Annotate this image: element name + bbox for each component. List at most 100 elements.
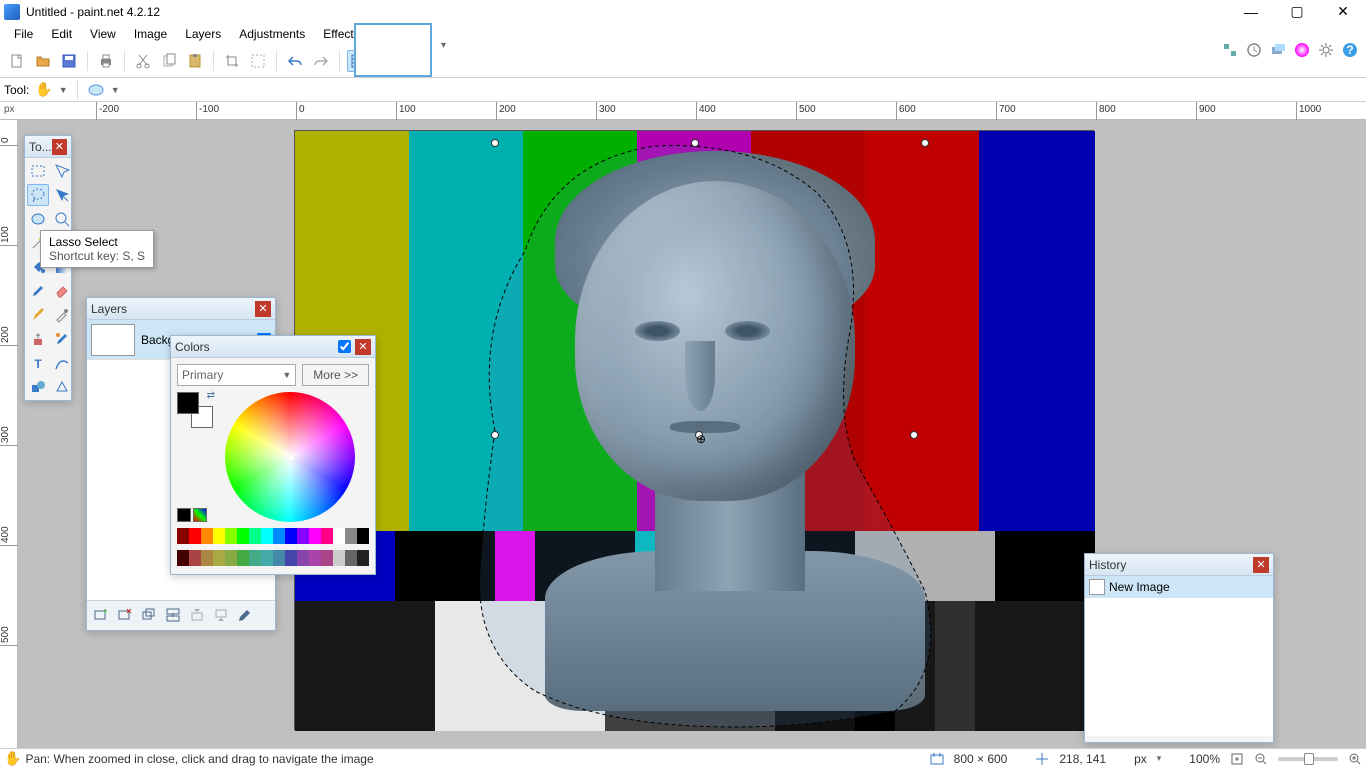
layers-window-toggle-icon[interactable] bbox=[1268, 40, 1288, 60]
color-wheel-cursor[interactable] bbox=[287, 454, 295, 462]
history-item[interactable]: New Image bbox=[1085, 576, 1273, 598]
tools-window-toggle-icon[interactable] bbox=[1220, 40, 1240, 60]
zoom-tool[interactable] bbox=[51, 208, 73, 230]
save-file-icon[interactable] bbox=[58, 50, 80, 72]
deselect-icon[interactable] bbox=[247, 50, 269, 72]
ruler-horizontal: px -200 -100 0 100 200 300 400 500 600 7… bbox=[0, 102, 1366, 120]
colors-panel-close-icon[interactable]: ✕ bbox=[355, 339, 371, 355]
delete-layer-icon[interactable] bbox=[115, 605, 135, 625]
selection-handle[interactable] bbox=[491, 139, 499, 147]
zoom-fit-icon[interactable] bbox=[1230, 752, 1244, 766]
move-layer-up-icon[interactable] bbox=[187, 605, 207, 625]
selection-handle[interactable] bbox=[921, 139, 929, 147]
zoom-level[interactable]: 100% bbox=[1189, 752, 1220, 766]
zoom-in-icon[interactable] bbox=[1348, 752, 1362, 766]
move-selected-pixels-tool[interactable] bbox=[51, 184, 73, 206]
menu-image[interactable]: Image bbox=[126, 25, 175, 43]
selection-center-handle[interactable]: ⊕ bbox=[695, 431, 703, 439]
rectangle-select-tool[interactable] bbox=[27, 160, 49, 182]
thumbnail-dropdown-icon[interactable]: ▾ bbox=[441, 40, 446, 51]
lasso-select-tool[interactable] bbox=[27, 184, 49, 206]
canvas-image-bust bbox=[505, 151, 945, 711]
print-icon[interactable] bbox=[95, 50, 117, 72]
copy-icon[interactable] bbox=[158, 50, 180, 72]
swap-colors-icon[interactable]: ⇄ bbox=[207, 390, 215, 401]
menu-view[interactable]: View bbox=[82, 25, 124, 43]
shapes-dropdown-icon[interactable] bbox=[51, 376, 73, 398]
selection-handle[interactable] bbox=[691, 139, 699, 147]
help-icon[interactable]: ? bbox=[1340, 40, 1360, 60]
duplicate-layer-icon[interactable] bbox=[139, 605, 159, 625]
zoom-slider-thumb[interactable] bbox=[1304, 753, 1314, 765]
image-size-icon bbox=[930, 752, 944, 766]
minimize-button[interactable]: — bbox=[1228, 0, 1274, 23]
ruler-unit-label: px bbox=[4, 104, 15, 115]
tooltip-shortcut: Shortcut key: S, S bbox=[49, 249, 145, 263]
line-tool[interactable] bbox=[51, 352, 73, 374]
history-window-toggle-icon[interactable] bbox=[1244, 40, 1264, 60]
ellipse-select-tool[interactable] bbox=[27, 208, 49, 230]
menu-file[interactable]: File bbox=[6, 25, 41, 43]
colors-pin-checkbox[interactable] bbox=[338, 340, 351, 353]
history-panel-close-icon[interactable]: ✕ bbox=[1253, 557, 1269, 573]
layer-properties-icon[interactable] bbox=[235, 605, 255, 625]
menu-layers[interactable]: Layers bbox=[177, 25, 229, 43]
tools-panel[interactable]: To... ✕ ✋ T bbox=[24, 135, 72, 401]
shapes-tool[interactable] bbox=[27, 376, 49, 398]
maximize-button[interactable]: ▢ bbox=[1274, 0, 1320, 23]
settings-icon[interactable] bbox=[1316, 40, 1336, 60]
cut-icon[interactable] bbox=[132, 50, 154, 72]
cursor-position-icon bbox=[1035, 752, 1049, 766]
color-palette-row1[interactable] bbox=[177, 528, 369, 544]
color-mode-dropdown[interactable]: Primary▼ bbox=[177, 364, 296, 386]
layers-panel-close-icon[interactable]: ✕ bbox=[255, 301, 271, 317]
tool-dropdown-icon[interactable]: ▼ bbox=[59, 85, 68, 95]
unit-label[interactable]: px bbox=[1134, 752, 1147, 766]
primary-secondary-swatch[interactable]: ⇄ bbox=[177, 392, 213, 428]
close-button[interactable]: ✕ bbox=[1320, 0, 1366, 23]
eraser-tool[interactable] bbox=[51, 280, 73, 302]
undo-icon[interactable] bbox=[284, 50, 306, 72]
selection-handle[interactable] bbox=[491, 431, 499, 439]
colors-more-button[interactable]: More >> bbox=[302, 364, 369, 386]
palette-swatch[interactable] bbox=[193, 508, 207, 522]
tools-panel-close-icon[interactable]: ✕ bbox=[52, 139, 67, 155]
text-tool[interactable]: T bbox=[27, 352, 49, 374]
color-picker-tool[interactable] bbox=[51, 304, 73, 326]
canvas[interactable]: ⊕ bbox=[294, 130, 1094, 730]
pan-tool-icon[interactable]: ✋ bbox=[35, 81, 52, 98]
history-panel[interactable]: History ✕ New Image bbox=[1084, 553, 1274, 743]
paintbrush-tool[interactable] bbox=[27, 280, 49, 302]
redo-icon[interactable] bbox=[310, 50, 332, 72]
unit-dropdown-icon[interactable]: ▾ bbox=[1157, 753, 1162, 764]
colors-panel[interactable]: Colors ✕ Primary▼ More >> ⇄ bbox=[170, 335, 376, 575]
crop-icon[interactable] bbox=[221, 50, 243, 72]
new-file-icon[interactable] bbox=[6, 50, 28, 72]
colors-window-toggle-icon[interactable] bbox=[1292, 40, 1312, 60]
tools-panel-title: To... bbox=[29, 140, 52, 154]
zoom-out-icon[interactable] bbox=[1254, 752, 1268, 766]
clone-stamp-tool[interactable] bbox=[27, 328, 49, 350]
window-title: Untitled - paint.net 4.2.12 bbox=[26, 5, 1228, 19]
tool-option-ellipse-icon[interactable] bbox=[87, 83, 105, 97]
zoom-slider[interactable] bbox=[1278, 757, 1338, 761]
image-thumbnail[interactable]: ▾ bbox=[354, 23, 432, 77]
open-file-icon[interactable] bbox=[32, 50, 54, 72]
paste-icon[interactable] bbox=[184, 50, 206, 72]
merge-layer-icon[interactable] bbox=[163, 605, 183, 625]
move-selection-tool[interactable] bbox=[51, 160, 73, 182]
move-layer-down-icon[interactable] bbox=[211, 605, 231, 625]
add-layer-icon[interactable] bbox=[91, 605, 111, 625]
color-wheel[interactable] bbox=[225, 392, 355, 522]
color-palette-row2[interactable] bbox=[177, 550, 369, 566]
menu-edit[interactable]: Edit bbox=[43, 25, 80, 43]
pencil-tool[interactable] bbox=[27, 304, 49, 326]
menu-adjustments[interactable]: Adjustments bbox=[231, 25, 313, 43]
svg-text:?: ? bbox=[1346, 43, 1353, 57]
tool-option-dropdown-icon[interactable]: ▼ bbox=[111, 85, 120, 95]
layers-toolbar bbox=[87, 600, 275, 628]
cursor-position: 218, 141 bbox=[1059, 752, 1106, 766]
selection-handle[interactable] bbox=[910, 431, 918, 439]
recolor-tool[interactable] bbox=[51, 328, 73, 350]
black-swatch[interactable] bbox=[177, 508, 191, 522]
